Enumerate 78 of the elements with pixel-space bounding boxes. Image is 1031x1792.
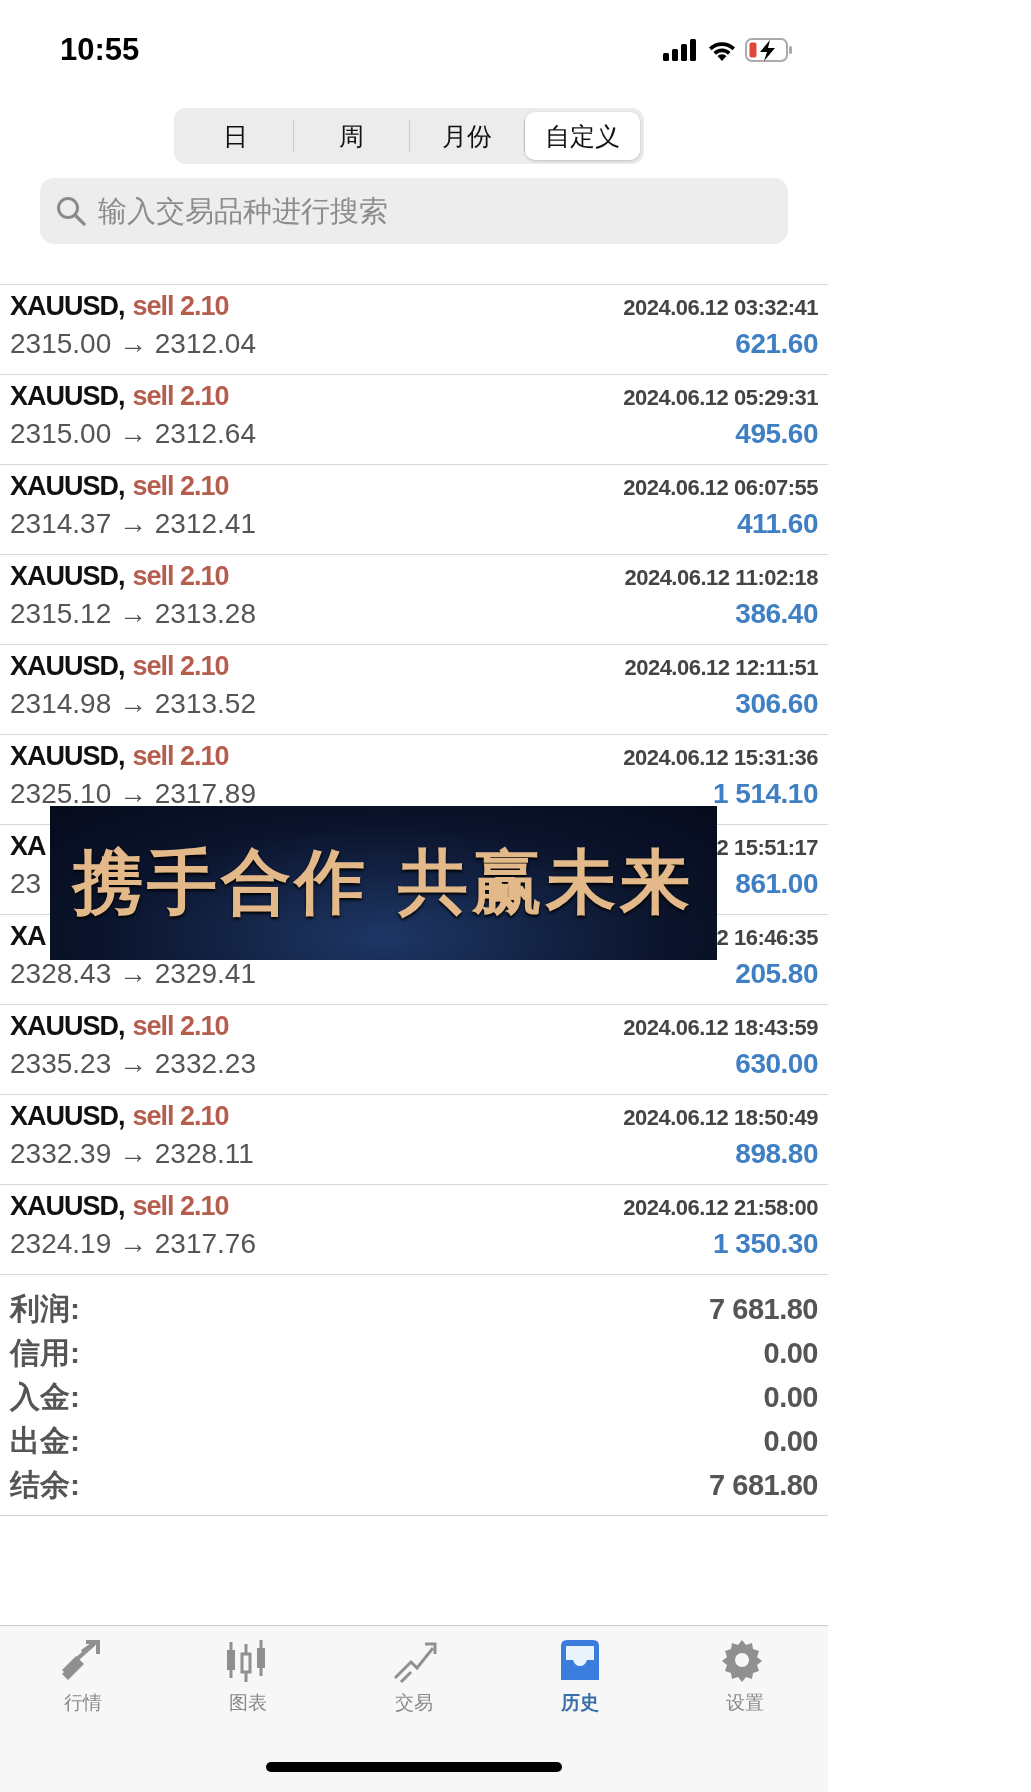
order-text: sell 2.10 <box>132 1191 229 1222</box>
order-text: sell 2.10 <box>132 741 229 772</box>
profit-value: 621.60 <box>735 328 818 360</box>
symbol-text: XAUUSD, <box>10 561 125 592</box>
deal-time: 2 16:46:35 <box>716 925 818 951</box>
price-text: 2314.98 → 2313.52 <box>10 688 256 720</box>
deal-time: 2024.06.12 03:32:41 <box>623 295 818 321</box>
price-text: 2315.00 → 2312.64 <box>10 418 256 450</box>
profit-value: 630.00 <box>735 1048 818 1080</box>
tab-item[interactable]: 交易 <box>331 1638 497 1716</box>
profit-value: 306.60 <box>735 688 818 720</box>
profit-value: 861.00 <box>735 868 818 900</box>
deal-time: 2024.06.12 18:50:49 <box>623 1105 818 1131</box>
symbol-text: XAUUSD, <box>10 381 125 412</box>
price-text: 23 <box>10 868 42 900</box>
tab-item[interactable]: 行情 <box>0 1638 166 1716</box>
symbol-text: XAUUSD, <box>10 1191 125 1222</box>
summary-label: 入金: <box>10 1378 80 1415</box>
symbol-text: XA <box>10 921 46 952</box>
price-text: 2332.39 → 2328.11 <box>10 1138 254 1170</box>
profit-value: 1 350.30 <box>713 1228 818 1260</box>
deal-time: 2024.06.12 11:02:18 <box>624 565 818 591</box>
banner-slogan: 携手合作 共赢未来 <box>73 839 694 925</box>
profit-value: 386.40 <box>735 598 818 630</box>
summary-value: 7 681.80 <box>709 1468 818 1502</box>
symbol-text: XAUUSD, <box>10 741 125 772</box>
tab-item[interactable]: 图表 <box>165 1638 332 1716</box>
summary-value: 7 681.80 <box>709 1292 818 1326</box>
summary-value: 0.00 <box>763 1336 818 1370</box>
wifi-icon <box>707 39 737 61</box>
symbol-text: XAUUSD, <box>10 1011 125 1042</box>
deal-time: 2024.06.12 18:43:59 <box>623 1015 818 1041</box>
price-text: 2315.00 → 2312.04 <box>10 328 256 360</box>
profit-value: 411.60 <box>736 508 818 540</box>
summary-label: 信用: <box>10 1334 80 1371</box>
deal-time: 2024.06.12 05:29:31 <box>623 385 818 411</box>
deal-time: 2 15:51:17 <box>716 835 818 861</box>
deal-time: 2024.06.12 06:07:55 <box>623 475 818 501</box>
order-text: sell 2.10 <box>132 1011 229 1042</box>
summary-value: 0.00 <box>763 1380 818 1414</box>
period-tab[interactable]: 月份 <box>409 112 525 160</box>
symbol-text: XA <box>10 831 46 862</box>
summary-value: 0.00 <box>763 1424 818 1458</box>
order-text: sell 2.10 <box>132 651 229 682</box>
price-text: 2314.37 → 2312.41 <box>10 508 256 540</box>
summary-label: 结余: <box>10 1466 80 1503</box>
symbol-text: XAUUSD, <box>10 471 125 502</box>
tab-item[interactable]: 历史 <box>496 1638 663 1716</box>
battery-charging-icon <box>745 38 793 62</box>
symbol-text: XAUUSD, <box>10 291 125 322</box>
period-tab[interactable]: 周 <box>293 112 409 160</box>
deal-time: 2024.06.12 15:31:36 <box>623 745 818 771</box>
deal-time: 2024.06.12 21:58:00 <box>623 1195 818 1221</box>
price-text: 2325.10 → 2317.89 <box>10 778 256 810</box>
profit-value: 898.80 <box>735 1138 818 1170</box>
period-tab[interactable]: 自定义 <box>525 112 640 160</box>
period-tab[interactable]: 日 <box>178 112 293 160</box>
symbol-text: XAUUSD, <box>10 1101 125 1132</box>
status-time: 10:55 <box>60 32 140 68</box>
order-text: sell 2.10 <box>132 381 229 412</box>
order-text: sell 2.10 <box>132 561 229 592</box>
summary-label: 出金: <box>10 1422 80 1459</box>
deal-time: 2024.06.12 12:11:51 <box>624 655 818 681</box>
profit-value: 205.80 <box>735 958 818 990</box>
price-text: 2324.19 → 2317.76 <box>10 1228 256 1260</box>
tab-item[interactable]: 设置 <box>662 1638 828 1716</box>
symbol-text: XAUUSD, <box>10 651 125 682</box>
order-text: sell 2.10 <box>132 471 229 502</box>
profit-value: 495.60 <box>735 418 818 450</box>
price-text: 2315.12 → 2313.28 <box>10 598 256 630</box>
price-text: 2335.23 → 2332.23 <box>10 1048 256 1080</box>
order-text: sell 2.10 <box>132 291 229 322</box>
order-text: sell 2.10 <box>132 1101 229 1132</box>
summary-label: 利润: <box>10 1290 80 1327</box>
search-field[interactable]: 输入交易品种进行搜索 <box>40 178 788 244</box>
profit-value: 1 514.10 <box>713 778 818 810</box>
price-text: 2328.43 → 2329.41 <box>10 958 256 990</box>
signal-icon <box>663 39 699 61</box>
